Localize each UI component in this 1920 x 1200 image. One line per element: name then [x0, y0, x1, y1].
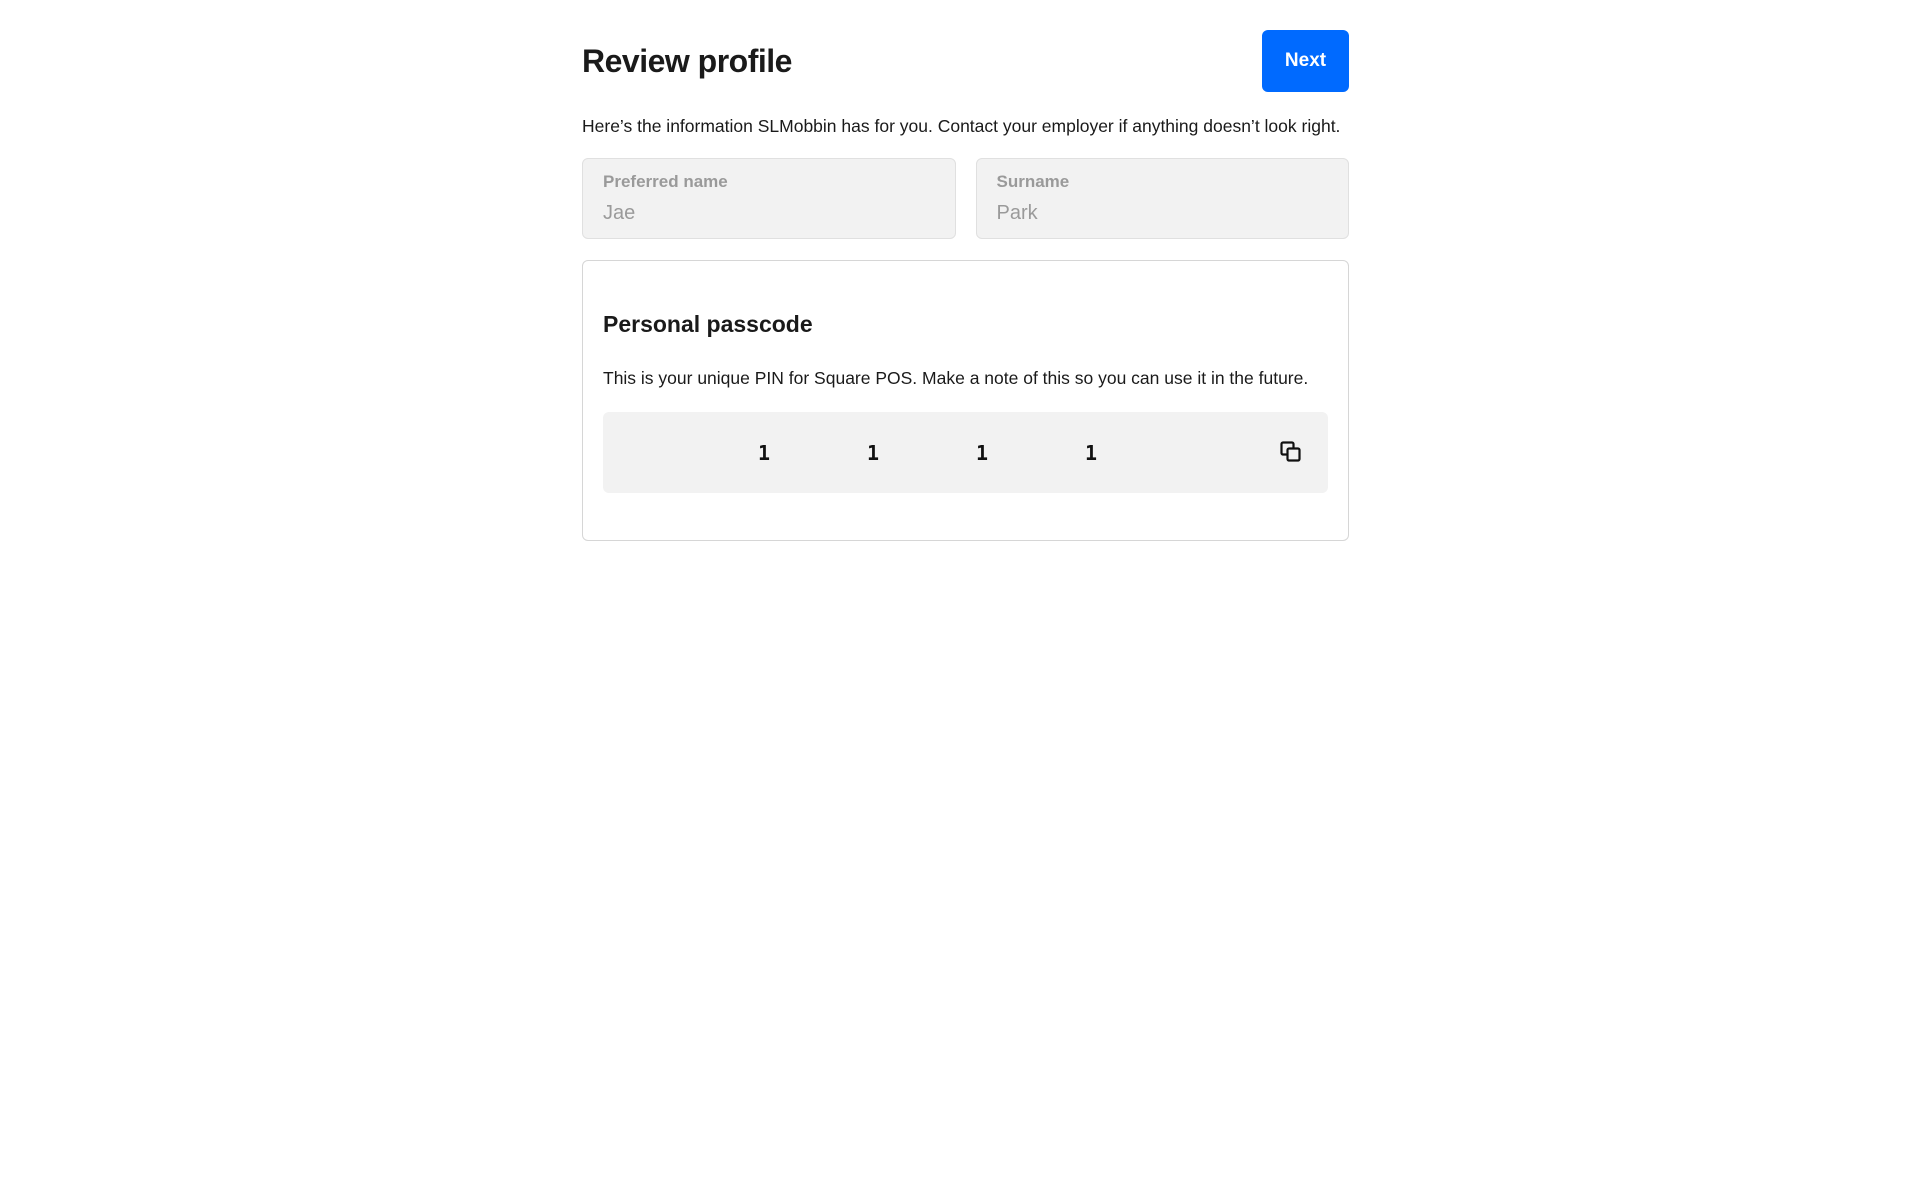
header: Review profile Next	[582, 30, 1349, 92]
surname-value: Park	[996, 202, 1038, 224]
next-button[interactable]: Next	[1262, 30, 1349, 92]
pin-digit-4: 1	[1085, 440, 1098, 465]
preferred-name-value: Jae	[603, 202, 636, 224]
copy-pin-button[interactable]	[1278, 439, 1304, 465]
review-profile-panel: Review profile Next Here’s the informati…	[582, 30, 1349, 541]
name-fields: Preferred name Jae Surname Park	[582, 158, 1349, 239]
surname-field: Surname Park	[975, 158, 1349, 239]
page-title: Review profile	[582, 42, 792, 79]
pin-display: 1 1 1 1	[603, 412, 1328, 493]
copy-icon	[1280, 441, 1301, 462]
preferred-name-field: Preferred name Jae	[582, 158, 956, 239]
preferred-name-label: Preferred name	[603, 172, 728, 191]
pin-digit-3: 1	[976, 440, 989, 465]
intro-text: Here’s the information SLMobbin has for …	[582, 116, 1341, 136]
passcode-title: Personal passcode	[603, 311, 813, 337]
surname-label: Surname	[996, 172, 1070, 191]
pin-digit-2: 1	[867, 440, 880, 465]
pin-digits: 1 1 1 1	[758, 412, 1194, 493]
pin-digit-1: 1	[758, 440, 771, 465]
passcode-description: This is your unique PIN for Square POS. …	[603, 368, 1309, 388]
passcode-card: Personal passcode This is your unique PI…	[582, 260, 1349, 541]
